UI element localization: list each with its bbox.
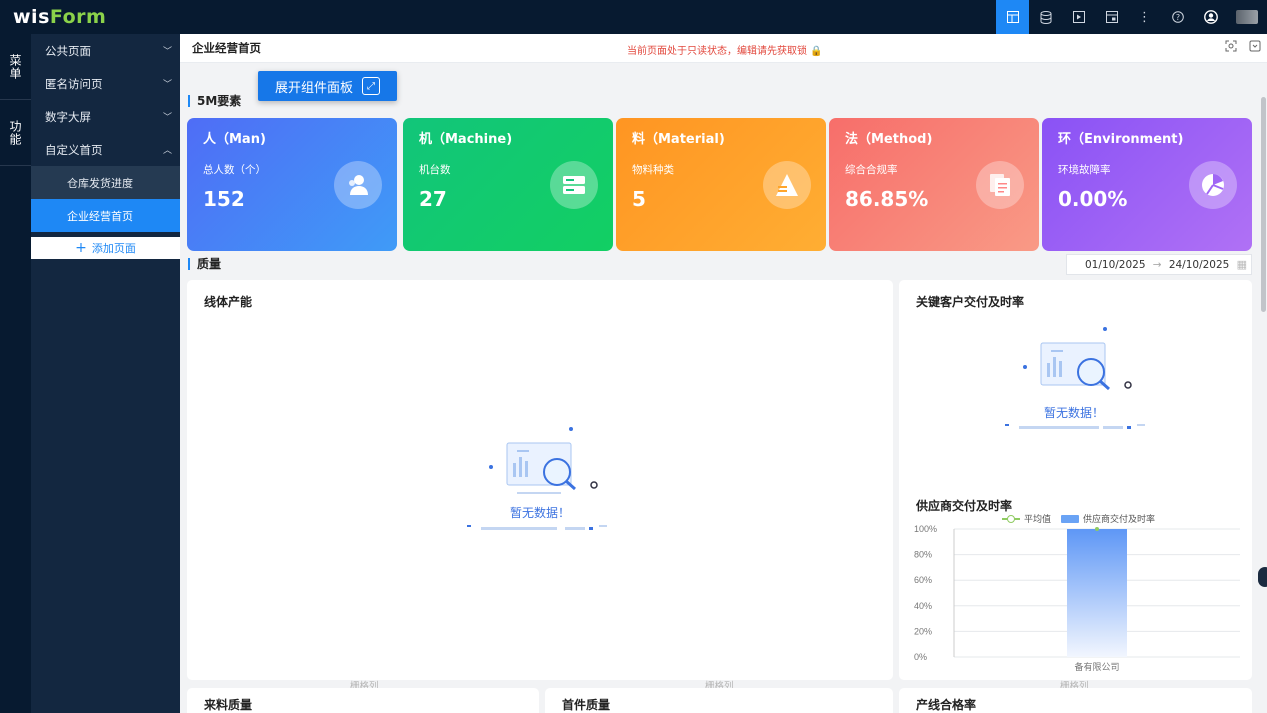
sidebar-item-anonymous-pages[interactable]: 匿名访问页 ﹀ xyxy=(31,67,180,100)
panel-title: 首件质量 xyxy=(562,698,611,712)
pie-chart-icon xyxy=(1189,161,1237,209)
panel-title: 线体产能 xyxy=(204,295,253,309)
app-logo: wisForm xyxy=(13,6,107,28)
rail-item-menu[interactable]: 菜单 xyxy=(0,34,31,100)
material-icon xyxy=(763,161,811,209)
card-man[interactable]: 人（Man) 总人数（个） 152 xyxy=(187,118,397,251)
point-average xyxy=(1095,527,1099,531)
scan-icon[interactable] xyxy=(1225,40,1237,55)
sidebar-item-digital-screen[interactable]: 数字大屏 ﹀ xyxy=(31,100,180,133)
x-tick-label: 备有限公司 xyxy=(1074,661,1119,672)
floating-toggle-button[interactable] xyxy=(1258,567,1267,587)
chevron-down-icon: ﹀ xyxy=(162,80,172,90)
sidebar-item-custom-home[interactable]: 自定义首页 ︿ xyxy=(31,133,180,166)
dashboard-icon[interactable] xyxy=(996,0,1029,34)
lock-icon: 🔒 xyxy=(810,46,823,57)
save-icon[interactable] xyxy=(1249,40,1261,55)
section-title-5m: 5M要素 xyxy=(188,95,241,107)
people-icon xyxy=(334,161,382,209)
date-range-picker[interactable]: 01/10/2025 → 24/10/2025 ▦ xyxy=(1066,254,1252,275)
add-page-button[interactable]: + 添加页面 xyxy=(31,237,180,259)
y-tick-label: 20% xyxy=(914,626,932,636)
supplier-chart: 0% 20% 40% 60% 80% 100% 备有限公司 xyxy=(914,524,1240,672)
chevron-up-icon: ︿ xyxy=(162,146,172,156)
panel-line-capacity: 线体产能 暂无数据！ xyxy=(187,280,893,680)
sidebar: 公共页面 ﹀ 匿名访问页 ﹀ 数字大屏 ﹀ 自定义首页 ︿ 仓库发货进度 企业经营首页 … xyxy=(31,34,180,713)
panel-title: 关键客户交付及时率 xyxy=(916,295,1025,309)
top-bar: wisForm ⋮ ? xyxy=(0,0,1267,34)
card-environment[interactable]: 环（Environment) 环境故障率 0.00% xyxy=(1042,118,1252,251)
page-title: 企业经营首页 xyxy=(192,41,261,55)
top-toolbar: ⋮ ? xyxy=(996,0,1267,34)
panel-incoming-quality: 来料质量 xyxy=(187,688,539,713)
y-tick-label: 40% xyxy=(914,601,932,611)
empty-state: 暂无数据！ xyxy=(465,425,615,535)
sidebar-subitem-enterprise-home[interactable]: 企业经营首页 xyxy=(31,199,180,232)
section-title-quality: 质量 xyxy=(188,258,221,270)
sidebar-item-public-pages[interactable]: 公共页面 ﹀ xyxy=(31,34,180,67)
more-icon[interactable]: ⋮ xyxy=(1128,0,1161,34)
document-icon xyxy=(976,161,1024,209)
left-rail: 菜单 功能 xyxy=(0,34,31,713)
main-area: 企业经营首页 当前页面处于只读状态，编辑请先获取锁 🔒 展开组件面板 ⤢ 5M要素… xyxy=(180,34,1267,713)
y-tick-label: 80% xyxy=(914,550,932,560)
form-icon[interactable] xyxy=(1095,0,1128,34)
chevron-down-icon: ﹀ xyxy=(162,47,172,57)
page-header: 企业经营首页 当前页面处于只读状态，编辑请先获取锁 🔒 xyxy=(180,34,1267,63)
scrollbar[interactable] xyxy=(1261,97,1266,312)
y-tick-label: 60% xyxy=(914,575,932,585)
svg-text:?: ? xyxy=(1175,13,1179,22)
readonly-notice: 当前页面处于只读状态，编辑请先获取锁 🔒 xyxy=(627,46,823,57)
sidebar-subitem-warehouse-progress[interactable]: 仓库发货进度 xyxy=(31,166,180,199)
date-start[interactable]: 01/10/2025 xyxy=(1085,259,1146,271)
expand-panel-button[interactable]: 展开组件面板 ⤢ xyxy=(258,71,397,101)
5m-cards: 人（Man) 总人数（个） 152 机（Machine) 机台数 27 料（Ma… xyxy=(187,118,1252,251)
panel-title-supplier: 供应商交付及时率 xyxy=(916,499,1013,513)
help-icon[interactable]: ? xyxy=(1161,0,1194,34)
y-tick-label: 0% xyxy=(914,652,927,662)
card-machine[interactable]: 机（Machine) 机台数 27 xyxy=(403,118,613,251)
y-tick-label: 100% xyxy=(914,524,937,534)
empty-state: 暂无数据！ xyxy=(999,325,1149,435)
card-method[interactable]: 法（Method) 综合合规率 86.85% xyxy=(829,118,1039,251)
server-icon xyxy=(550,161,598,209)
expand-icon: ⤢ xyxy=(362,77,380,95)
user-icon[interactable] xyxy=(1194,0,1227,34)
panel-line-pass: 产线合格率 xyxy=(899,688,1252,713)
panel-first-piece: 首件质量 xyxy=(545,688,893,713)
media-icon[interactable] xyxy=(1062,0,1095,34)
plus-icon: + xyxy=(75,240,87,256)
card-material[interactable]: 料（Material) 物料种类 5 xyxy=(616,118,826,251)
database-icon[interactable] xyxy=(1029,0,1062,34)
avatar[interactable] xyxy=(1227,0,1267,34)
rail-item-function[interactable]: 功能 xyxy=(0,100,31,166)
panel-title: 产线合格率 xyxy=(916,698,977,712)
bar-supplier xyxy=(1067,529,1127,657)
calendar-icon: ▦ xyxy=(1236,258,1247,271)
date-end[interactable]: 24/10/2025 xyxy=(1169,259,1230,271)
chevron-down-icon: ﹀ xyxy=(162,113,172,123)
arrow-right-icon: → xyxy=(1152,258,1162,271)
panel-title: 来料质量 xyxy=(204,698,253,712)
